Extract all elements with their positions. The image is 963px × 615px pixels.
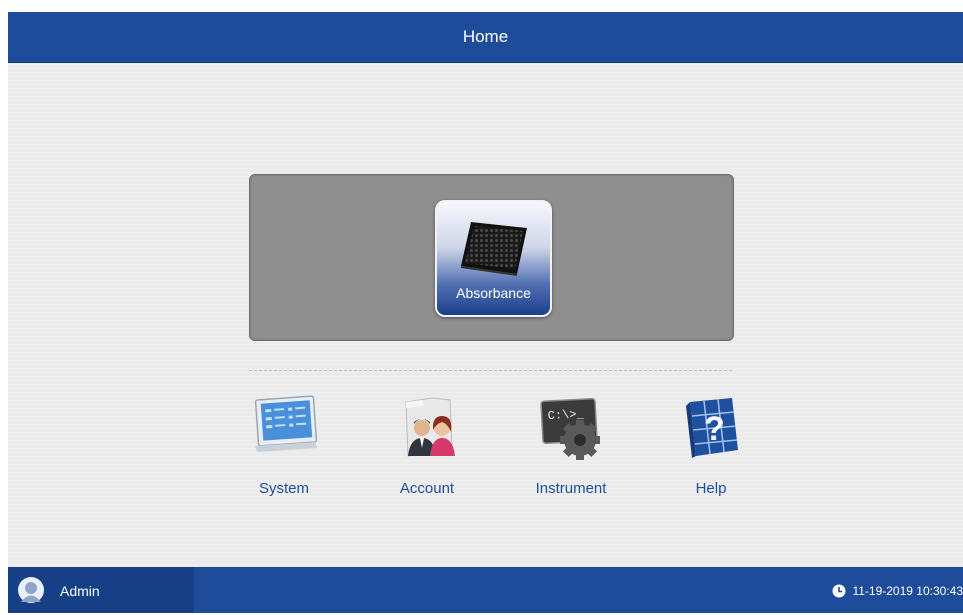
user-icon (21, 582, 41, 602)
help-label: Help (695, 480, 727, 497)
instrument-app[interactable]: C:\>_ Instrument (511, 392, 631, 502)
home-screen: Home Absorbance System Account C:\>_ Ins… (8, 12, 963, 613)
avatar (18, 577, 44, 603)
status-bar: Admin 11-19-2019 10:30:43 (8, 567, 963, 613)
instrument-terminal-gear-icon: C:\>_ (540, 398, 600, 460)
username: Admin (60, 583, 100, 599)
svg-text:?: ? (704, 410, 725, 448)
account-users-icon (405, 397, 455, 457)
absorbance-label: Absorbance (456, 285, 531, 301)
account-app[interactable]: Account (367, 392, 487, 502)
help-app[interactable]: ? Help (651, 392, 771, 502)
mode-panel: Absorbance (249, 174, 734, 341)
user-box[interactable]: Admin (8, 567, 194, 613)
absorbance-button[interactable]: Absorbance (435, 200, 552, 317)
help-icon: ? (686, 398, 738, 458)
section-divider (249, 370, 732, 371)
datetime-text: 11-19-2019 10:30:43 (852, 584, 963, 598)
system-settings-icon (254, 395, 318, 452)
datetime-display: 11-19-2019 10:30:43 (832, 567, 963, 613)
clock-icon (832, 584, 846, 598)
instrument-label: Instrument (535, 480, 607, 497)
account-label: Account (399, 480, 455, 497)
system-app[interactable]: System (224, 392, 344, 502)
page-title: Home (462, 27, 509, 46)
title-bar: Home (8, 12, 963, 63)
microplate-icon (461, 222, 527, 276)
system-label: System (258, 480, 309, 497)
